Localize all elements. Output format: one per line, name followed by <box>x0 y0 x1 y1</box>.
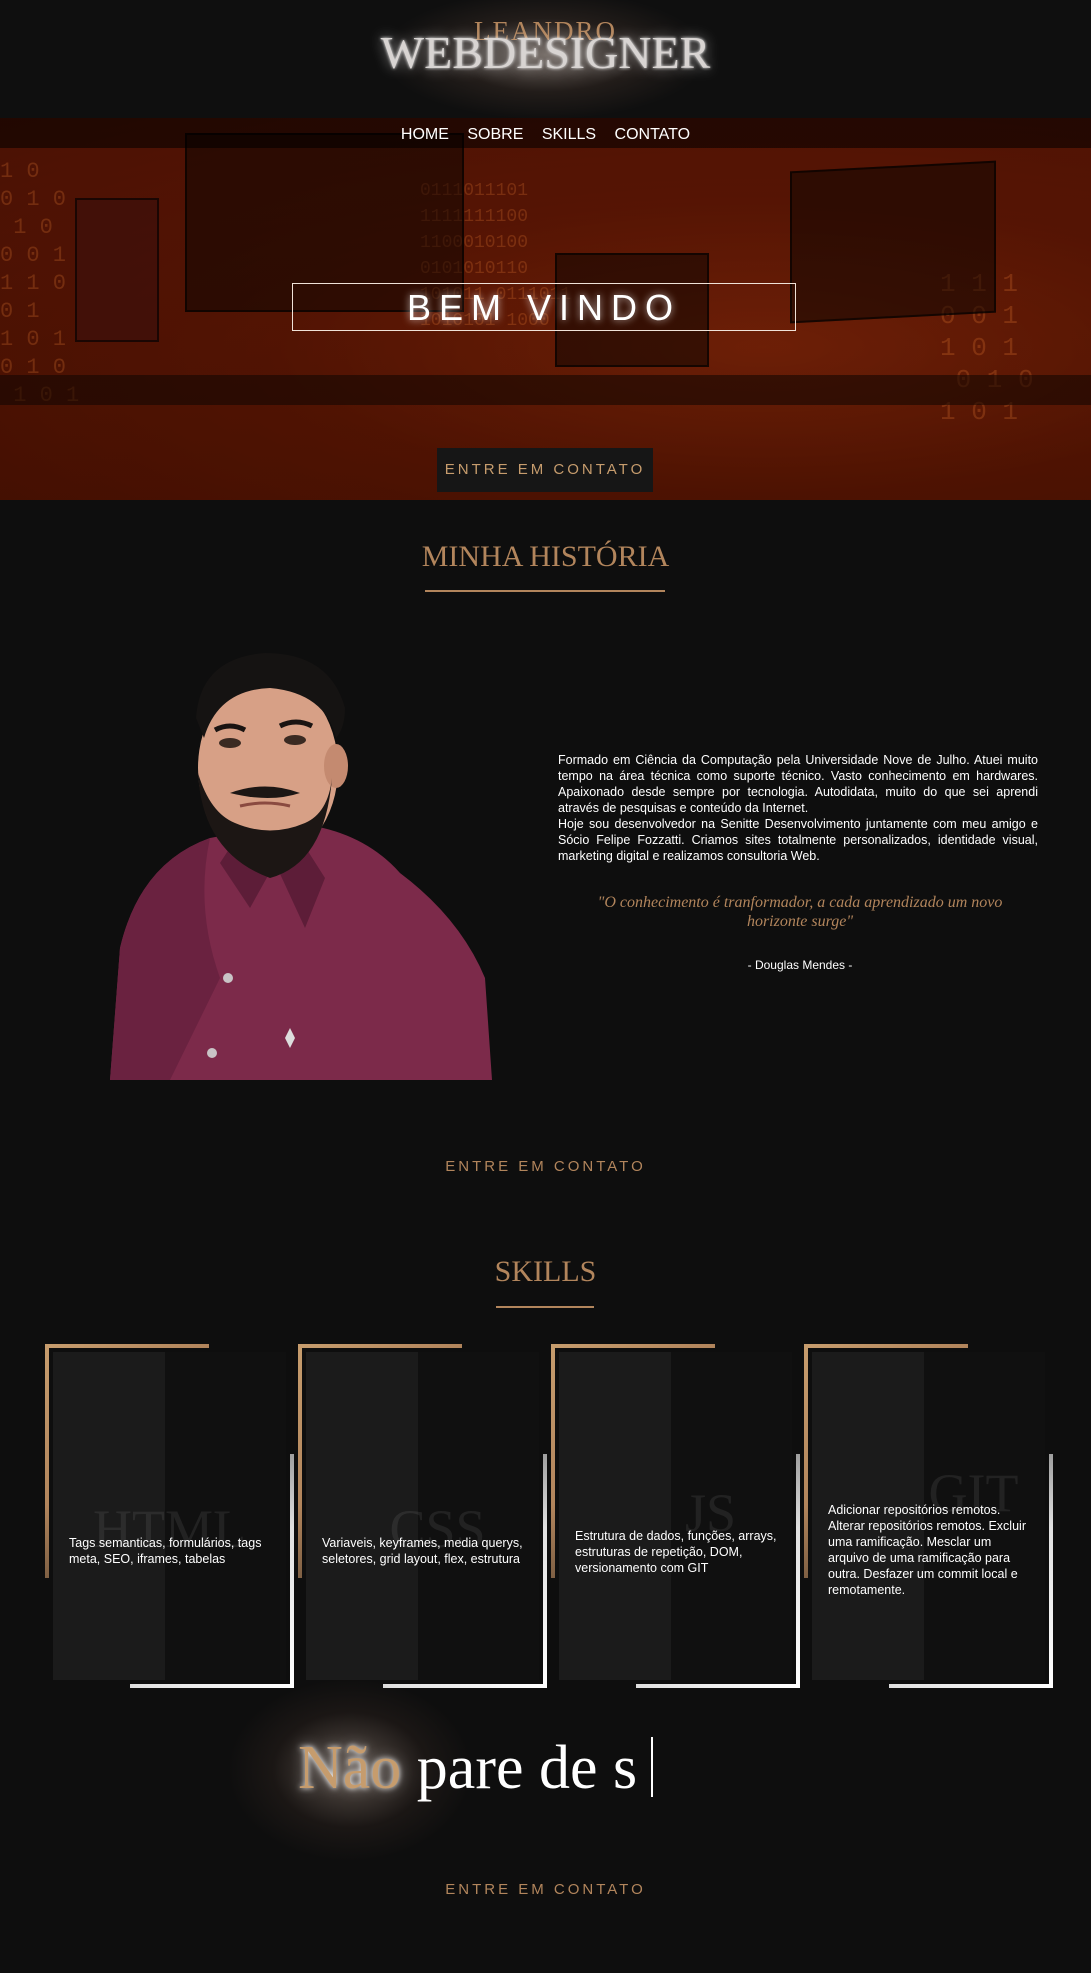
typing-cursor <box>651 1737 653 1797</box>
profile-photo <box>100 648 492 1080</box>
history-title: MINHA HISTÓRIA <box>421 540 670 573</box>
bio-paragraph: Hoje sou desenvolvedor na Senitte Desenv… <box>558 817 1038 863</box>
skills-title-underline <box>496 1306 594 1308</box>
binary-background-left: 1 0 0 1 0 1 0 0 0 1 1 1 0 0 1 1 0 1 0 1 … <box>0 159 79 408</box>
skill-card-js[interactable]: JS Estrutura de dados, funções, arrays, … <box>551 1344 800 1688</box>
card-corner-white <box>383 1454 547 1688</box>
nav-item-skills[interactable]: SKILLS <box>542 126 596 144</box>
typing-highlight: Não <box>298 1734 402 1802</box>
typing-text: pare de s <box>416 1734 638 1802</box>
screen-shape <box>75 198 159 342</box>
skills-title: SKILLS <box>494 1255 597 1288</box>
hero-contact-button[interactable]: ENTRE EM CONTATO <box>437 448 653 492</box>
typing-headline: Não pare de s <box>298 1732 637 1804</box>
nav-item-contato[interactable]: CONTATO <box>615 126 691 144</box>
skill-card-html[interactable]: HTML Tags semanticas, formulários, tags … <box>45 1344 294 1688</box>
nav-item-home[interactable]: HOME <box>401 126 449 144</box>
skill-card-description: Adicionar repositórios remotos. Alterar … <box>828 1503 1026 1597</box>
quote-author: - Douglas Mendes - <box>747 958 853 972</box>
history-contact-link[interactable]: ENTRE EM CONTATO <box>0 1158 1091 1175</box>
nav-item-sobre[interactable]: SOBRE <box>467 126 523 144</box>
main-nav: HOME SOBRE SKILLS CONTATO <box>0 126 1091 144</box>
bio-paragraph: Formado em Ciência da Computação pela Un… <box>558 753 1038 815</box>
history-bio: Formado em Ciência da Computação pela Un… <box>558 752 1038 864</box>
logo-title[interactable]: WEBDESIGNER <box>0 26 1091 79</box>
skill-card-css[interactable]: CSS Variaveis, keyframes, media querys, … <box>298 1344 547 1688</box>
history-quote: "O conhecimento é tranformador, a cada a… <box>597 894 1003 930</box>
monitor-shape <box>790 160 996 324</box>
footer-contact-link[interactable]: ENTRE EM CONTATO <box>0 1881 1091 1898</box>
skill-card-git[interactable]: GIT Adicionar repositórios remotos. Alte… <box>804 1344 1053 1688</box>
welcome-heading: BEM VINDO <box>292 283 796 331</box>
skill-card-description: Variaveis, keyframes, media querys, sele… <box>322 1536 523 1566</box>
desk-shape <box>0 375 1091 405</box>
skill-card-description: Tags semanticas, formulários, tags meta,… <box>69 1536 262 1566</box>
history-title-underline <box>425 590 665 592</box>
skill-card-description: Estrutura de dados, funções, arrays, est… <box>575 1529 777 1575</box>
hero-banner: 1 0 0 1 0 1 0 0 0 1 1 1 0 0 1 1 0 1 0 1 … <box>0 118 1091 500</box>
site-header: LEANDRO WEBDESIGNER <box>0 0 1091 120</box>
card-corner-white <box>130 1454 294 1688</box>
